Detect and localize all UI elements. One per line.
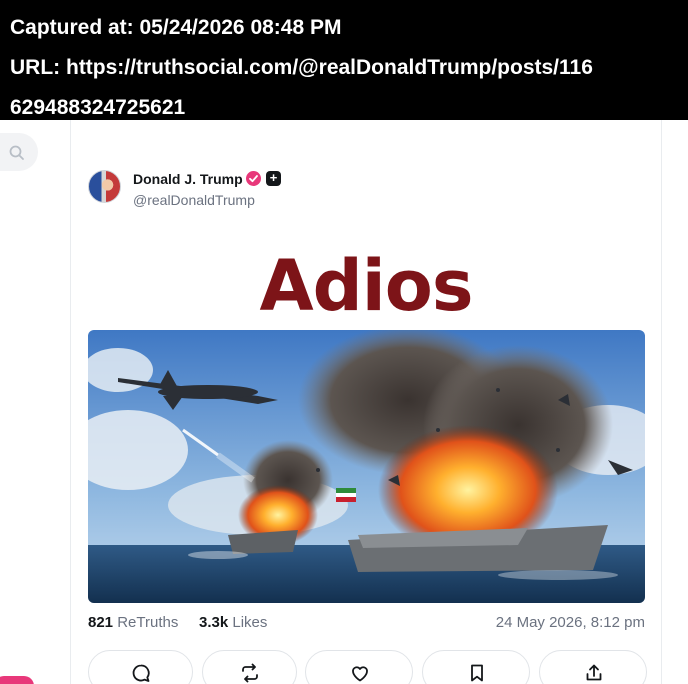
- reply-icon: [132, 664, 150, 682]
- share-button[interactable]: [539, 650, 647, 684]
- url-text-line-2: 629488324725621: [10, 96, 186, 119]
- retruth-icon: [242, 663, 258, 683]
- likes-label: Likes: [232, 614, 268, 631]
- capture-banner: Captured at: 05/24/2026 08:48 PM URL: ht…: [0, 0, 688, 120]
- post-stats-row: 821 ReTruths 3.3k Likes 24 May 2026, 8:1…: [88, 614, 645, 634]
- like-button[interactable]: [305, 650, 413, 684]
- verified-badge-icon: [246, 171, 261, 186]
- post-media-image[interactable]: [88, 330, 645, 603]
- retruths-stat[interactable]: 821 ReTruths: [88, 614, 178, 631]
- compose-button[interactable]: [0, 676, 34, 684]
- bookmark-button[interactable]: [422, 650, 530, 684]
- share-icon: [586, 664, 602, 681]
- likes-count: 3.3k: [199, 614, 229, 631]
- search-button[interactable]: [0, 133, 38, 171]
- bookmark-icon: [471, 664, 483, 682]
- reply-button[interactable]: [88, 650, 193, 684]
- retruths-label: ReTruths: [117, 614, 179, 631]
- captured-at-text: Captured at: 05/24/2026 08:48 PM: [10, 16, 342, 39]
- heart-icon: [352, 666, 368, 682]
- likes-stat[interactable]: 3.3k Likes: [199, 614, 267, 631]
- plus-badge-icon: +: [266, 171, 281, 186]
- left-rail: [0, 120, 70, 684]
- post-timestamp[interactable]: 24 May 2026, 8:12 pm: [496, 614, 645, 631]
- author-display-name[interactable]: Donald J. Trump: [133, 170, 243, 188]
- author-handle[interactable]: @realDonaldTrump: [133, 192, 255, 208]
- retruth-button[interactable]: [202, 650, 297, 684]
- retruths-count: 821: [88, 614, 114, 631]
- url-text-line-1: URL: https://truthsocial.com/@realDonald…: [10, 56, 593, 79]
- post-title-graphic: Adios: [259, 245, 473, 327]
- search-icon: [9, 145, 24, 160]
- avatar[interactable]: [88, 170, 121, 203]
